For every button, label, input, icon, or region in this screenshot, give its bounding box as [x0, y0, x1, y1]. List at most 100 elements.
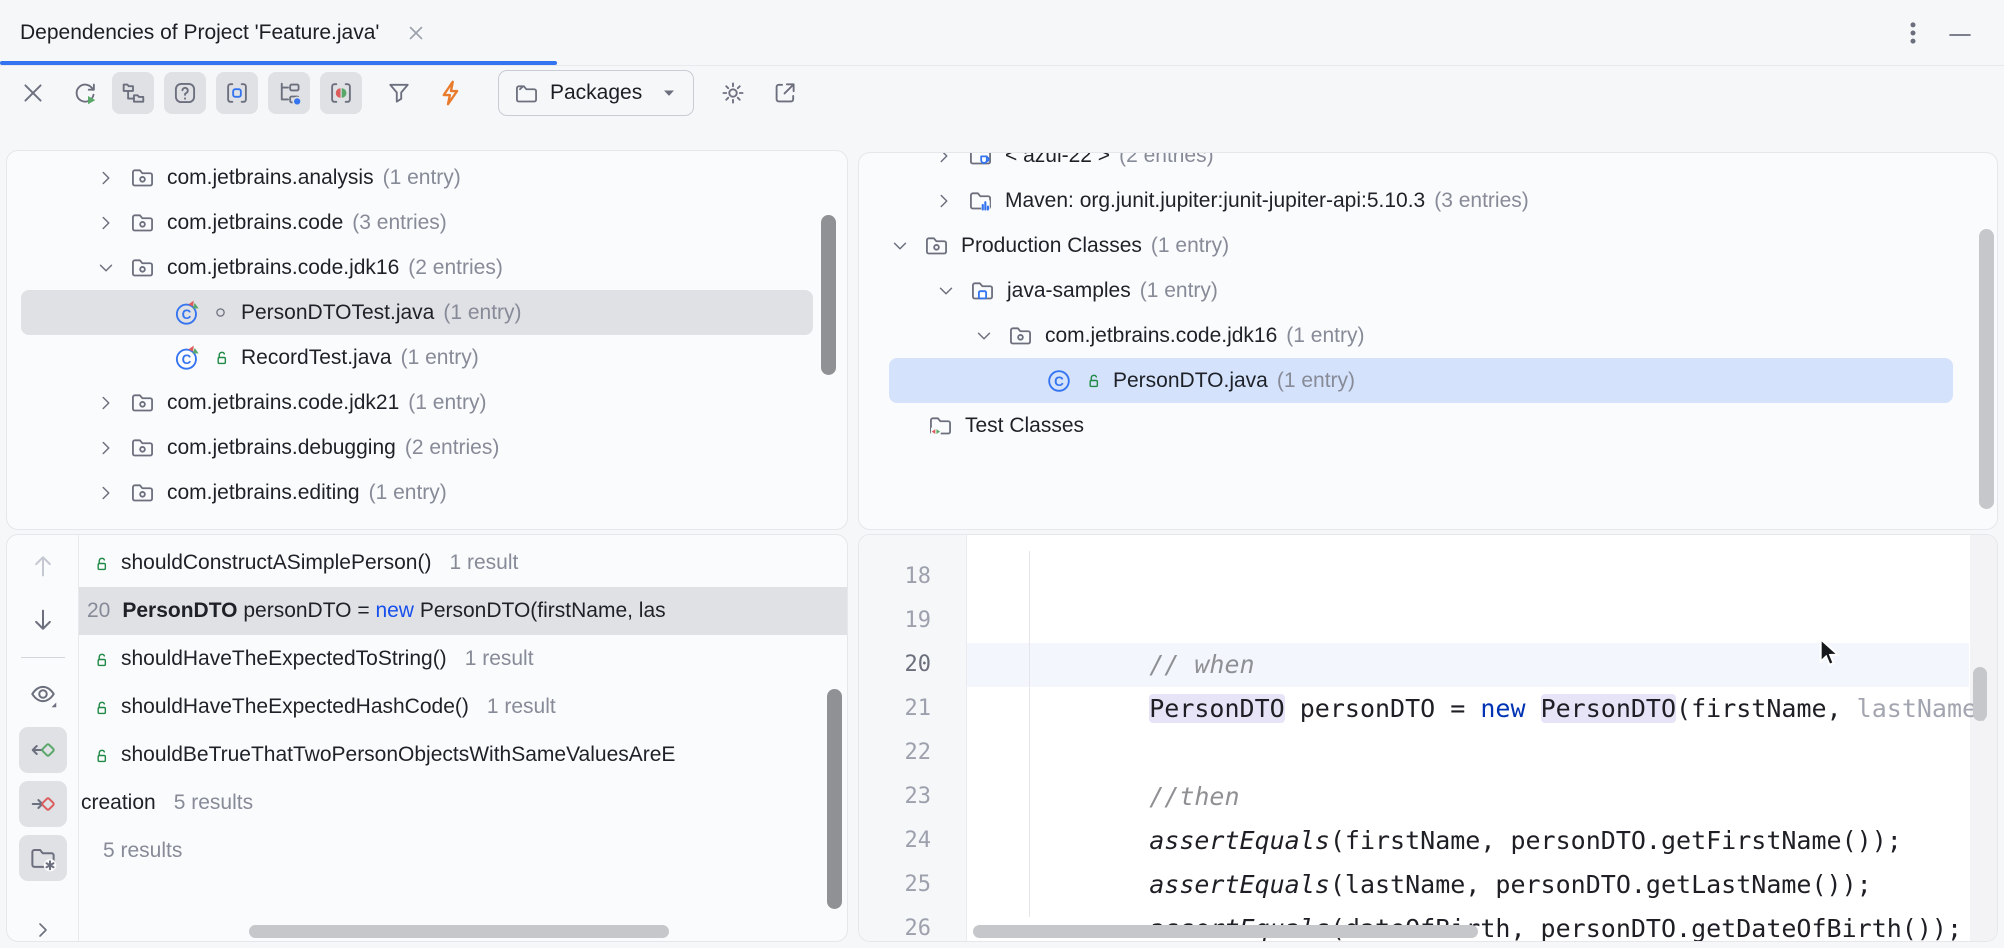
chevron-down-icon — [659, 83, 679, 103]
usage-row-group[interactable]: 5 results — [79, 827, 847, 875]
chevron-down-icon[interactable] — [95, 257, 129, 279]
incoming-usages-button[interactable] — [19, 727, 67, 773]
analyzed-code-tree: com.jetbrains.analysis (1 entry) com.jet… — [6, 150, 848, 530]
close-button[interactable] — [12, 72, 54, 114]
tab-close-icon[interactable] — [404, 21, 428, 50]
editor-vertical-scrollbar[interactable] — [1973, 667, 1987, 721]
next-occurrence-button[interactable] — [19, 597, 67, 643]
minimize-icon[interactable] — [1946, 21, 1974, 54]
toolbar-divider — [21, 657, 65, 658]
previous-occurrence-button[interactable] — [19, 543, 67, 589]
more-options-icon[interactable] — [1898, 18, 1928, 53]
code-line[interactable]: assertEquals(dateOfBirth, personDTO.getD… — [969, 863, 1997, 907]
usage-row-method[interactable]: shouldConstructASimplePerson() 1 result — [79, 539, 847, 587]
tree-row-package[interactable]: com.jetbrains.code.jdk16 (1 entry) — [859, 313, 1997, 358]
code-line[interactable]: assertEquals(firstName, personDTO.getFir… — [969, 775, 1997, 819]
code-line[interactable]: // when — [969, 599, 1997, 643]
code-line[interactable]: //then — [969, 731, 1997, 775]
chevron-down-icon[interactable] — [889, 235, 923, 257]
settings-button[interactable] — [712, 72, 754, 114]
code-identifier-highlighted: PersonDTO — [1541, 694, 1676, 723]
flatten-packages-button[interactable] — [112, 72, 154, 114]
editor-gutter: 18 19 20 21 22 23 24 25 26 — [859, 535, 967, 941]
tree-row-package[interactable]: com.jetbrains.editing (1 entry) — [7, 470, 847, 515]
line-number: 23 — [859, 775, 931, 819]
module-dependencies-button[interactable] — [320, 72, 362, 114]
tree-row-file-selected[interactable]: C PersonDTO.java (1 entry) — [859, 358, 1997, 403]
show-misc-button[interactable] — [164, 72, 206, 114]
group-by-directory-button[interactable] — [19, 835, 67, 881]
chevron-down-icon[interactable] — [973, 325, 1007, 347]
tree-count: (1 entry) — [1140, 279, 1218, 303]
tree-label: com.jetbrains.code.jdk21 — [167, 391, 399, 415]
folder-icon — [513, 80, 540, 107]
line-number: 26 — [859, 907, 931, 942]
usage-row-method[interactable]: shouldBeTrueThatTwoPersonObjectsWithSame… — [79, 731, 847, 779]
chevron-right-icon[interactable] — [95, 437, 129, 459]
tree-label: PersonDTO.java — [1113, 369, 1268, 393]
code-line[interactable]: assertEquals(lastName, personDTO.getLast… — [969, 819, 1997, 863]
rerun-button[interactable] — [64, 72, 106, 114]
filter-button[interactable] — [378, 72, 420, 114]
tree-label: com.jetbrains.analysis — [167, 166, 374, 190]
tree-row-production-classes[interactable]: Production Classes (1 entry) — [859, 223, 1997, 268]
chevron-right-icon[interactable] — [933, 152, 967, 167]
package-icon — [129, 164, 167, 191]
tree-label: < azul-22 > — [1005, 152, 1110, 168]
usage-row-method[interactable]: shouldHaveTheExpectedToString() 1 result — [79, 635, 847, 683]
usage-count: 5 results — [174, 791, 253, 815]
jdk-icon — [967, 152, 1005, 169]
scope-label: Packages — [550, 81, 649, 105]
tree-row-file[interactable]: C RecordTest.java (1 entry) — [7, 335, 847, 380]
tree-row-package[interactable]: com.jetbrains.code.jdk16 (2 entries) — [7, 245, 847, 290]
usage-row-method[interactable]: shouldHaveTheExpectedHashCode() 1 result — [79, 683, 847, 731]
tree-count: (1 entry) — [443, 301, 521, 325]
usage-label: shouldConstructASimplePerson() — [121, 551, 431, 575]
tree-label: com.jetbrains.code.jdk16 — [167, 256, 399, 280]
tree-row-package[interactable]: com.jetbrains.code.jdk21 (1 entry) — [7, 380, 847, 425]
module-groups-button[interactable] — [268, 72, 310, 114]
package-icon — [923, 232, 961, 259]
flash-button[interactable] — [430, 72, 472, 114]
tree-label: com.jetbrains.editing — [167, 481, 360, 505]
chevron-down-icon[interactable] — [935, 280, 969, 302]
left-tree-scrollbar[interactable] — [821, 215, 836, 375]
tree-row-test-classes[interactable]: Test Classes — [859, 403, 1997, 448]
usage-count: 1 result — [487, 695, 556, 719]
usages-vertical-scrollbar[interactable] — [827, 689, 842, 909]
chevron-right-icon[interactable] — [95, 167, 129, 189]
code-preview-editor: 18 19 20 21 22 23 24 25 26 // when Perso… — [858, 534, 1998, 942]
usages-horizontal-scrollbar[interactable] — [249, 925, 669, 938]
open-in-editor-button[interactable] — [764, 72, 806, 114]
editor-horizontal-scrollbar[interactable] — [973, 925, 1478, 938]
outgoing-usages-button[interactable] — [19, 781, 67, 827]
usage-label: shouldHaveTheExpectedHashCode() — [121, 695, 469, 719]
preview-eye-button[interactable] — [19, 671, 67, 717]
tree-row-jdk[interactable]: < azul-22 > (2 entries) — [859, 152, 1997, 178]
tree-row-package[interactable]: com.jetbrains.code (3 entries) — [7, 200, 847, 245]
package-icon — [129, 209, 167, 236]
tree-count: (3 entries) — [1434, 189, 1529, 213]
chevron-right-icon[interactable] — [933, 190, 967, 212]
line-number: 22 — [859, 731, 931, 775]
tree-row-file-selected[interactable]: C PersonDTOTest.java (1 entry) — [7, 290, 847, 335]
tree-row-module[interactable]: java-samples (1 entry) — [859, 268, 1997, 313]
package-icon — [1007, 322, 1045, 349]
usage-row-group[interactable]: creation 5 results — [79, 779, 847, 827]
chevron-right-icon[interactable] — [95, 392, 129, 414]
scope-selector[interactable]: Packages — [498, 70, 694, 116]
show-modules-button[interactable] — [216, 72, 258, 114]
chevron-right-icon[interactable] — [95, 482, 129, 504]
usage-row-code-selected[interactable]: 20 PersonDTO personDTO = new PersonDTO(f… — [79, 587, 847, 635]
tree-label: Maven: org.junit.jupiter:junit-jupiter-a… — [1005, 189, 1425, 213]
tab-dependencies[interactable]: Dependencies of Project 'Feature.java' — [20, 0, 379, 66]
tree-row-library[interactable]: Maven: org.junit.jupiter:junit-jupiter-a… — [859, 178, 1997, 223]
lock-open-icon — [91, 697, 121, 718]
tree-count: (1 entry) — [401, 346, 479, 370]
tree-row-package[interactable]: com.jetbrains.analysis (1 entry) — [7, 155, 847, 200]
expand-chevron-button[interactable] — [19, 907, 67, 942]
chevron-right-icon[interactable] — [95, 212, 129, 234]
right-tree-scrollbar[interactable] — [1979, 229, 1994, 509]
package-icon — [129, 389, 167, 416]
tree-row-package[interactable]: com.jetbrains.debugging (2 entries) — [7, 425, 847, 470]
